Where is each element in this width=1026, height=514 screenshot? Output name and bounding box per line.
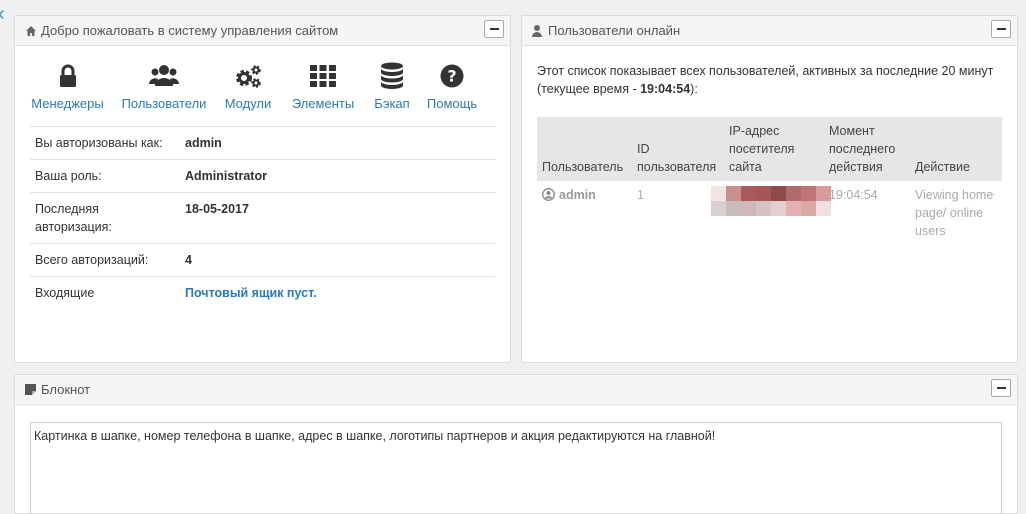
inbox-link[interactable]: Почтовый ящик пуст. [180,276,495,309]
notepad-panel: Блокнот Картинка в шапке, номер телефона… [14,374,1018,514]
online-users-table: Пользователь ID пользователя IP-адрес по… [537,117,1002,245]
account-info-table: Вы авторизованы как: admin Ваша роль: Ad… [30,126,495,309]
table-row: Ваша роль: Administrator [30,159,495,193]
ip-redacted-blur [711,186,831,216]
shortcut-label: Помощь [426,96,478,111]
info-key: Последняя авторизация: [30,192,180,244]
notepad-panel-title: Блокнот [41,382,91,397]
last-action-time: 19:04:54 [829,188,878,202]
collapse-button[interactable] [991,379,1011,397]
table-row: Вы авторизованы как: admin [30,126,495,160]
shortcut-label: Бэкап [374,96,410,111]
column-header: IP-адрес посетителя сайта [724,117,824,181]
shortcut-help[interactable]: ? Помощь [423,62,481,111]
welcome-panel-header: Добро пожаловать в систему управления са… [15,16,510,46]
shortcut-users[interactable]: Пользователи [119,62,209,111]
shortcut-label: Модули [224,96,272,111]
info-value: Administrator [180,159,495,193]
user-name: admin [559,188,596,202]
description-text: Этот список показывает всех пользователе… [537,64,994,96]
collapse-button[interactable] [484,20,504,38]
notepad-panel-header: Блокнот [15,375,1017,405]
info-value: admin [180,126,495,160]
collapse-button[interactable] [991,20,1011,38]
database-icon [367,62,417,90]
online-users-panel: Пользователи онлайн Этот список показыва… [521,15,1018,363]
info-key: Ваша роль: [30,159,180,193]
table-row: Всего авторизаций: 4 [30,243,495,277]
info-key: Входящие [30,276,180,309]
svg-text:?: ? [447,67,456,86]
ip-cell [711,181,831,245]
table-row: Входящие Почтовый ящик пуст. [30,276,495,309]
column-header: Действие [910,117,1002,181]
notepad-textarea[interactable]: Картинка в шапке, номер телефона в шапке… [30,422,1002,513]
grid-icon [287,62,359,90]
user-cell[interactable]: admin [537,181,632,245]
shortcut-modules[interactable]: Модули [217,62,279,111]
back-arrow-icon[interactable]: ‹ [0,4,5,24]
shortcut-elements[interactable]: Элементы [287,62,359,111]
lock-icon [30,62,105,90]
shortcut-label: Элементы [291,96,355,111]
users-icon [119,62,209,90]
column-header: ID пользователя [632,117,724,181]
shortcuts-bar: Менеджеры Пользователи Модули Элементы Б… [15,62,510,122]
info-value: 18-05-2017 [180,192,495,244]
description-suffix: ): [690,82,698,96]
column-header: Пользователь [537,117,632,181]
welcome-panel: Добро пожаловать в систему управления са… [14,15,511,363]
shortcut-backup[interactable]: Бэкап [367,62,417,111]
online-panel-title: Пользователи онлайн [548,23,681,38]
user-circle-icon [542,188,555,206]
info-key: Всего авторизаций: [30,243,180,277]
info-value: 4 [180,243,495,277]
shortcut-label: Пользователи [121,96,207,111]
table-row: admin 1 19:04:54 Viewing home page/ onli… [537,181,1002,245]
shortcut-managers[interactable]: Менеджеры [30,62,105,111]
current-time: 19:04:54 [640,82,691,96]
home-icon [25,25,37,37]
table-header-row: Пользователь ID пользователя IP-адрес по… [537,117,1002,181]
user-icon [532,24,544,37]
note-icon [25,383,37,396]
info-key: Вы авторизованы как: [30,126,180,160]
shortcut-label: Менеджеры [31,96,104,111]
question-icon: ? [423,62,481,90]
action-text: Viewing home page/ online users [915,188,994,238]
cogs-icon [217,62,279,90]
online-description: Этот список показывает всех пользователе… [537,62,1002,98]
online-panel-header: Пользователи онлайн [522,16,1017,46]
column-header: Момент последнего действия [824,117,910,181]
welcome-panel-title: Добро пожаловать в систему управления са… [41,23,339,38]
table-row: Последняя авторизация: 18-05-2017 [30,192,495,244]
